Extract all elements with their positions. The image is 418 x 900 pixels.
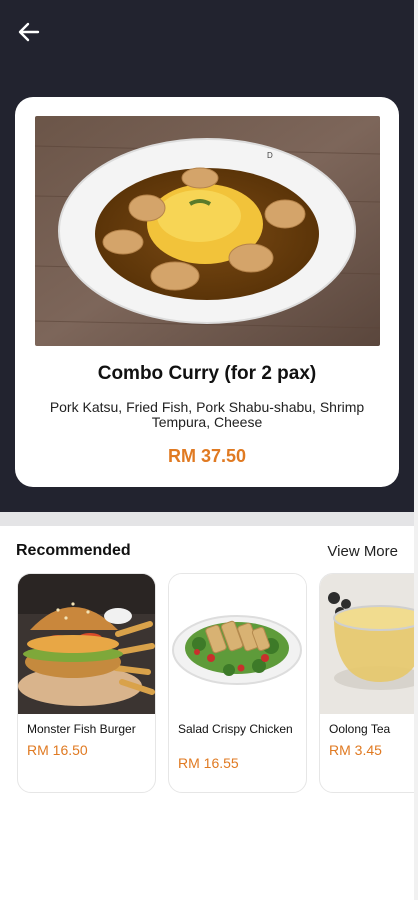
recommended-list[interactable]: Monster Fish Burger RM 16.50 Salad Crisp… — [0, 573, 418, 795]
view-more-link[interactable]: View More — [327, 543, 398, 560]
product-header-area: D Combo Curry (for 2 pax) Pork Katsu, Fr… — [0, 0, 418, 512]
curry-plate-image: D — [35, 116, 380, 346]
back-button[interactable] — [14, 18, 44, 46]
product-card: D Combo Curry (for 2 pax) Pork Katsu, Fr… — [15, 97, 399, 487]
fish-burger-image — [18, 574, 155, 714]
recommended-item-price: RM 16.55 — [178, 755, 239, 771]
chicken-salad-image — [169, 574, 306, 714]
product-price: RM 37.50 — [167, 446, 247, 466]
recommended-item-card[interactable]: Oolong Tea RM 3.45 — [319, 573, 418, 793]
oolong-tea-image — [320, 574, 418, 714]
recommended-item-price: RM 16.50 — [27, 742, 88, 758]
recommended-item-price: RM 3.45 — [329, 742, 382, 758]
recommended-heading: Recommended — [16, 542, 131, 559]
section-divider — [0, 512, 418, 526]
recommended-item-name: Salad Crispy Chicken — [178, 722, 293, 736]
product-title: Combo Curry (for 2 pax) — [97, 363, 317, 384]
recommended-item-name: Oolong Tea — [329, 722, 391, 736]
recommended-item-name: Monster Fish Burger — [27, 722, 136, 736]
right-scroll-edge — [414, 0, 418, 900]
recommended-item-card[interactable]: Salad Crispy Chicken RM 16.55 — [168, 573, 307, 793]
product-description: Pork Katsu, Fried Fish, Pork Shabu-shabu… — [49, 399, 365, 430]
recommended-item-card[interactable]: Monster Fish Burger RM 16.50 — [17, 573, 156, 793]
arrow-left-icon — [18, 22, 40, 42]
svg-text:D: D — [267, 151, 273, 160]
